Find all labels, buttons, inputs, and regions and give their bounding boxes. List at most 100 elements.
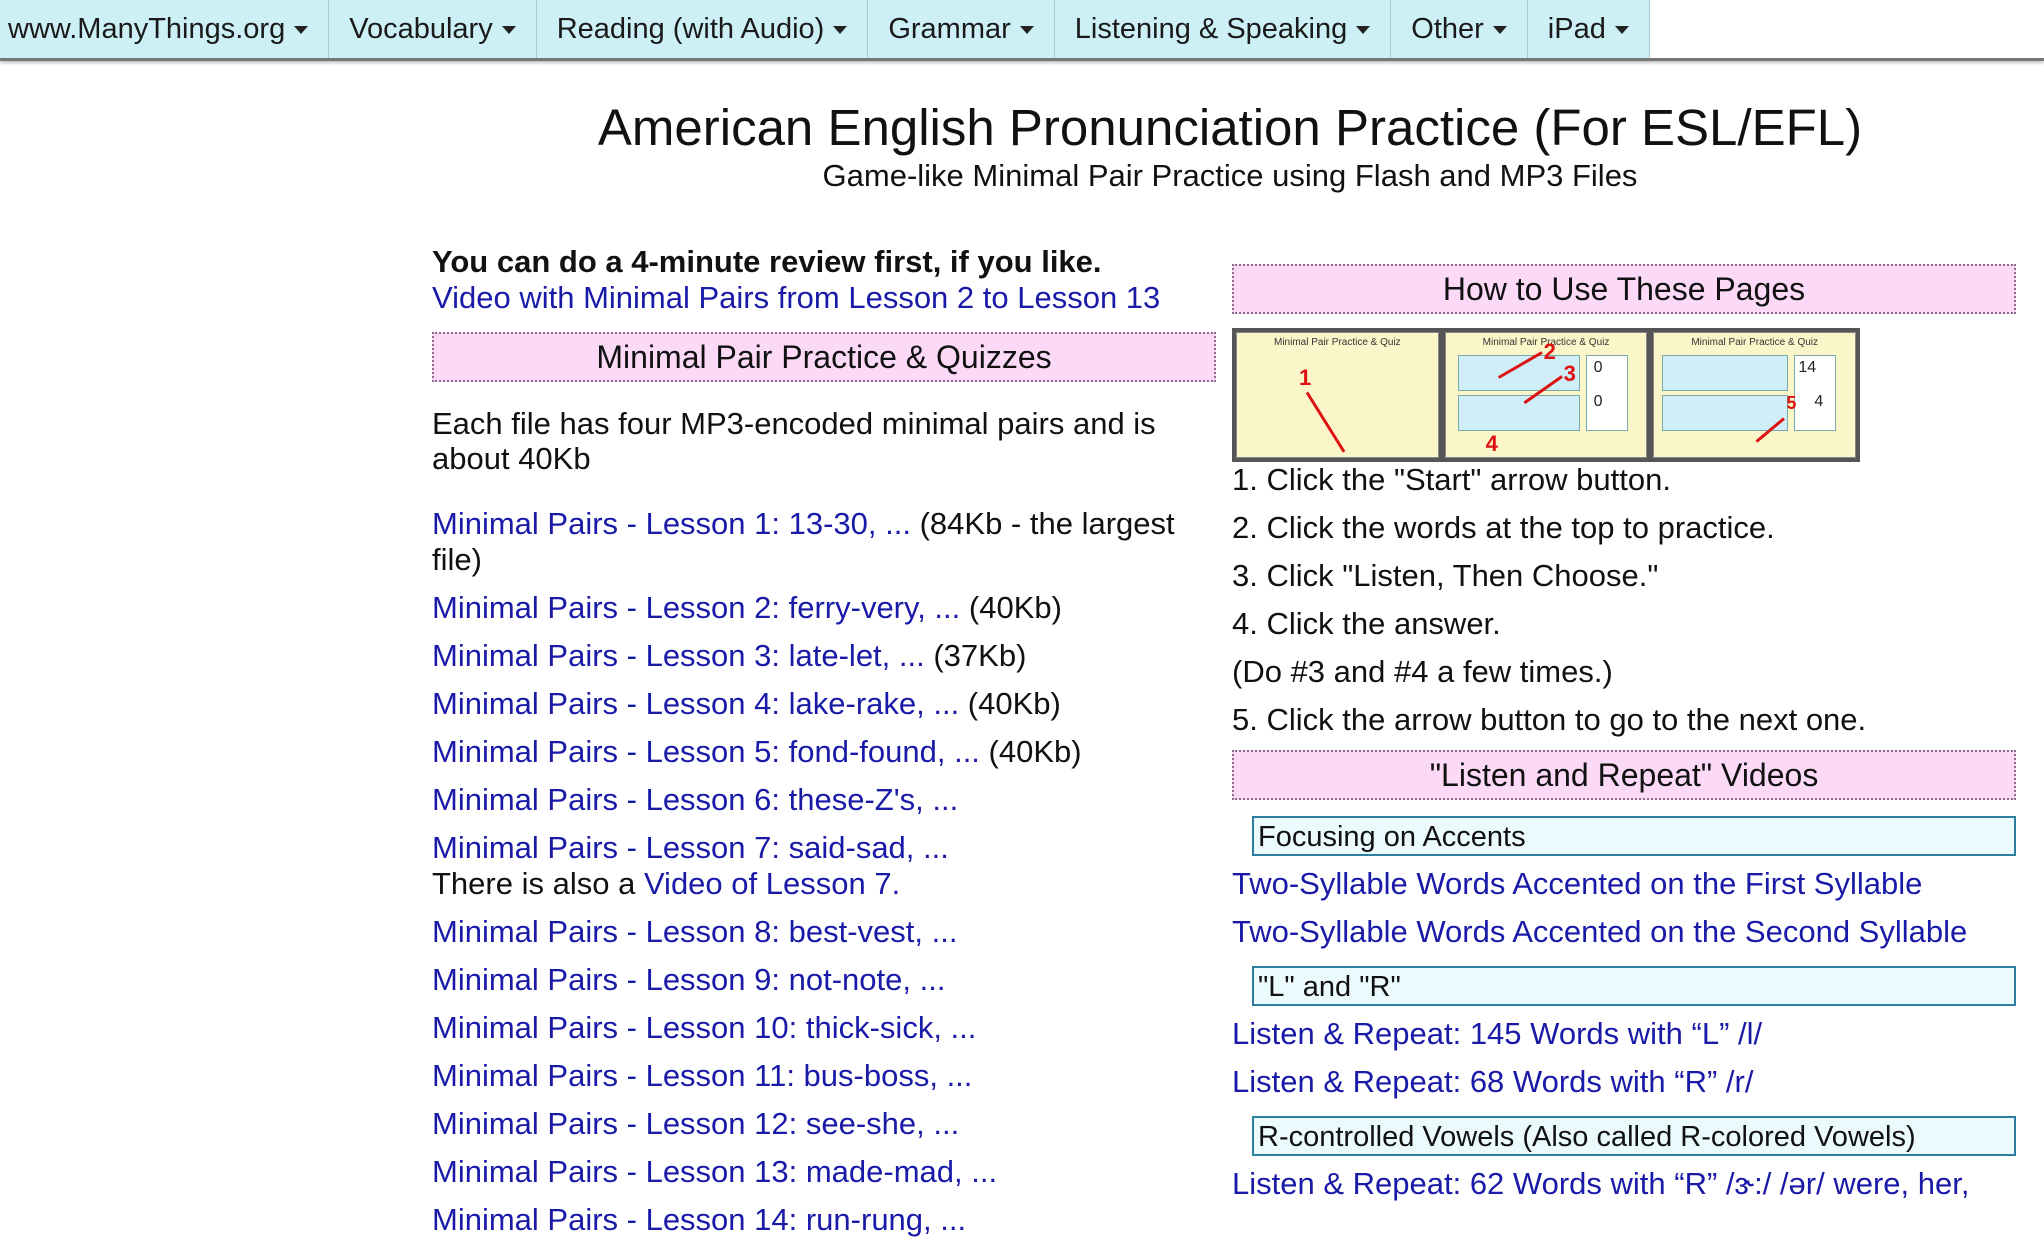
left-column: You can do a 4-minute review first, if y… xyxy=(432,244,1217,1250)
video-link[interactable]: Listen & Repeat: 62 Words with “R” /ɝ:/ … xyxy=(1232,1166,2017,1202)
wrong-score: 4 xyxy=(1814,393,1824,410)
instruction-step: 3. Click "Listen, Then Choose." xyxy=(1232,558,1659,593)
list-item: Minimal Pairs - Lesson 4: lake-rake, ...… xyxy=(432,686,1212,722)
lesson-link[interactable]: Minimal Pairs - Lesson 4: lake-rake, ... xyxy=(432,686,959,721)
lesson-link[interactable]: Minimal Pairs - Lesson 1: 13-30, ... xyxy=(432,506,911,541)
review-video-link[interactable]: Video with Minimal Pairs from Lesson 2 t… xyxy=(432,280,1217,316)
screenshot-thumbnail: Minimal Pair Practice & Quiz 0 0 2 3 4 xyxy=(1444,332,1648,458)
list-item: Minimal Pairs - Lesson 8: best-vest, ... xyxy=(432,914,1212,950)
nav-item-reading[interactable]: Reading (with Audio) xyxy=(536,0,869,58)
lesson-link[interactable]: Minimal Pairs - Lesson 5: fond-found, ..… xyxy=(432,734,980,769)
step-number: 5 xyxy=(1786,393,1797,413)
caret-down-icon xyxy=(1492,26,1507,34)
nav-label: Other xyxy=(1411,12,1484,45)
section-title-minimal-pairs: Minimal Pair Practice & Quizzes xyxy=(432,332,1216,382)
video-link[interactable]: Listen & Repeat: 68 Words with “R” /r/ xyxy=(1232,1064,2017,1100)
file-size: (40Kb) xyxy=(979,734,1082,769)
lesson-link[interactable]: Minimal Pairs - Lesson 6: these-Z's, ... xyxy=(432,782,958,817)
caret-down-icon xyxy=(1356,26,1371,34)
lesson-link[interactable]: Minimal Pairs - Lesson 10: thick-sick, .… xyxy=(432,1010,976,1045)
lesson-link[interactable]: Minimal Pairs - Lesson 3: late-let, ... xyxy=(432,638,925,673)
lesson-link[interactable]: Minimal Pairs - Lesson 11: bus-boss, ... xyxy=(432,1058,972,1093)
right-column: How to Use These Pages Minimal Pair Prac… xyxy=(1232,264,2017,1202)
red-arrow-icon xyxy=(1305,391,1346,453)
screenshot-thumbnail: Minimal Pair Practice & Quiz 1 xyxy=(1236,332,1439,458)
instruction-screenshots: Minimal Pair Practice & Quiz 1 Minimal P… xyxy=(1232,328,1860,462)
correct-score: 0 xyxy=(1593,359,1603,376)
file-size: (37Kb) xyxy=(924,638,1027,673)
page-title: American English Pronunciation Practice … xyxy=(597,99,1863,156)
list-item: Minimal Pairs - Lesson 2: ferry-very, ..… xyxy=(432,590,1212,626)
nav-label: Grammar xyxy=(888,12,1011,45)
list-item: Minimal Pairs - Lesson 1: 13-30, ... (84… xyxy=(432,506,1212,578)
instruction-step: 1. Click the "Start" arrow button. xyxy=(1232,462,1671,497)
file-size: (40Kb) xyxy=(959,686,1061,721)
note-suffix: . xyxy=(891,866,901,901)
step-number: 1 xyxy=(1299,365,1312,390)
nav-item-vocabulary[interactable]: Vocabulary xyxy=(329,0,537,58)
wrong-score: 0 xyxy=(1593,393,1603,410)
instruction-step: 2. Click the words at the top to practic… xyxy=(1232,510,1775,545)
lesson-list: Minimal Pairs - Lesson 1: 13-30, ... (84… xyxy=(432,506,1217,1238)
lesson-link[interactable]: Minimal Pairs - Lesson 9: not-note, ... xyxy=(432,962,945,997)
caret-down-icon xyxy=(294,26,309,34)
video-link[interactable]: Listen & Repeat: 145 Words with “L” /l/ xyxy=(1232,1016,2017,1052)
screenshot-thumbnail: Minimal Pair Practice & Quiz 14 4 5 xyxy=(1653,332,1857,458)
instruction-step: 5. Click the arrow button to go to the n… xyxy=(1232,702,1867,737)
thumbnail-practice-panel xyxy=(1662,355,1789,391)
list-item: Minimal Pairs - Lesson 3: late-let, ... … xyxy=(432,638,1212,674)
step-number: 2 xyxy=(1543,339,1556,364)
thumbnail-title: Minimal Pair Practice & Quiz xyxy=(1691,337,1819,348)
list-item: Minimal Pairs - Lesson 10: thick-sick, .… xyxy=(432,1010,1212,1046)
instruction-step: 4. Click the answer. xyxy=(1232,606,1501,641)
thumbnail-score-panel xyxy=(1585,355,1628,431)
nav-item-manythings[interactable]: www.ManyThings.org xyxy=(0,0,330,58)
lesson-link[interactable]: Minimal Pairs - Lesson 14: run-rung, ... xyxy=(432,1202,966,1237)
list-item: Minimal Pairs - Lesson 12: see-she, ... xyxy=(432,1106,1212,1142)
lesson-link[interactable]: Minimal Pairs - Lesson 12: see-she, ... xyxy=(432,1106,959,1141)
caret-down-icon xyxy=(1019,26,1034,34)
lesson-link[interactable]: Minimal Pairs - Lesson 8: best-vest, ... xyxy=(432,914,957,949)
thumbnail-quiz-panel xyxy=(1457,395,1580,431)
intro-text: Each file has four MP3-encoded minimal p… xyxy=(432,406,1156,476)
lesson-video-note: There is also a Video of Lesson 7. xyxy=(432,866,1212,902)
video-link[interactable]: Two-Syllable Words Accented on the Secon… xyxy=(1232,914,2017,950)
thumbnail-title: Minimal Pair Practice & Quiz xyxy=(1273,337,1401,348)
lesson-7-video-link[interactable]: Video of Lesson 7 xyxy=(644,866,892,901)
nav-item-grammar[interactable]: Grammar xyxy=(868,0,1055,58)
step-number: 3 xyxy=(1563,361,1576,386)
section-title-how-to-use: How to Use These Pages xyxy=(1232,264,2016,314)
lesson-link[interactable]: Minimal Pairs - Lesson 7: said-sad, ... xyxy=(432,830,949,865)
nav-item-other[interactable]: Other xyxy=(1391,0,1528,58)
nav-label: Reading (with Audio) xyxy=(556,12,825,45)
category-accents: Focusing on Accents xyxy=(1252,816,2016,856)
file-size: (40Kb) xyxy=(960,590,1062,625)
list-item: Minimal Pairs - Lesson 13: made-mad, ... xyxy=(432,1154,1212,1190)
top-nav-bar: www.ManyThings.org Vocabulary Reading (w… xyxy=(0,0,2044,61)
caret-down-icon xyxy=(833,26,848,34)
list-item: Minimal Pairs - Lesson 9: not-note, ... xyxy=(432,962,1212,998)
list-item: Minimal Pairs - Lesson 14: run-rung, ... xyxy=(432,1202,1212,1238)
category-l-and-r: "L" and "R" xyxy=(1252,966,2016,1006)
nav-label: Vocabulary xyxy=(349,12,493,45)
correct-score: 14 xyxy=(1798,359,1817,376)
list-item: Minimal Pairs - Lesson 5: fond-found, ..… xyxy=(432,734,1212,770)
nav-label: iPad xyxy=(1547,12,1606,45)
thumbnail-practice-panel xyxy=(1457,355,1580,391)
nav-item-listening-speaking[interactable]: Listening & Speaking xyxy=(1054,0,1392,58)
step-number: 4 xyxy=(1485,431,1498,456)
lesson-link[interactable]: Minimal Pairs - Lesson 2: ferry-very, ..… xyxy=(432,590,960,625)
caret-down-icon xyxy=(501,26,516,34)
instruction-step: (Do #3 and #4 a few times.) xyxy=(1232,654,1613,689)
nav-label: www.ManyThings.org xyxy=(8,12,286,45)
nav-item-ipad[interactable]: iPad xyxy=(1527,0,1650,58)
list-item: Minimal Pairs - Lesson 11: bus-boss, ... xyxy=(432,1058,1212,1094)
lesson-link[interactable]: Minimal Pairs - Lesson 13: made-mad, ... xyxy=(432,1154,997,1189)
caret-down-icon xyxy=(1614,26,1629,34)
video-link[interactable]: Two-Syllable Words Accented on the First… xyxy=(1232,866,2017,902)
category-r-controlled-vowels: R-controlled Vowels (Also called R-color… xyxy=(1252,1116,2016,1156)
list-item: Minimal Pairs - Lesson 7: said-sad, ... T… xyxy=(432,830,1212,902)
instruction-steps: 1. Click the "Start" arrow button. 2. Cl… xyxy=(1232,462,2017,738)
thumbnail-quiz-panel xyxy=(1662,395,1789,431)
page-subtitle: Game-like Minimal Pair Practice using Fl… xyxy=(822,158,1638,193)
